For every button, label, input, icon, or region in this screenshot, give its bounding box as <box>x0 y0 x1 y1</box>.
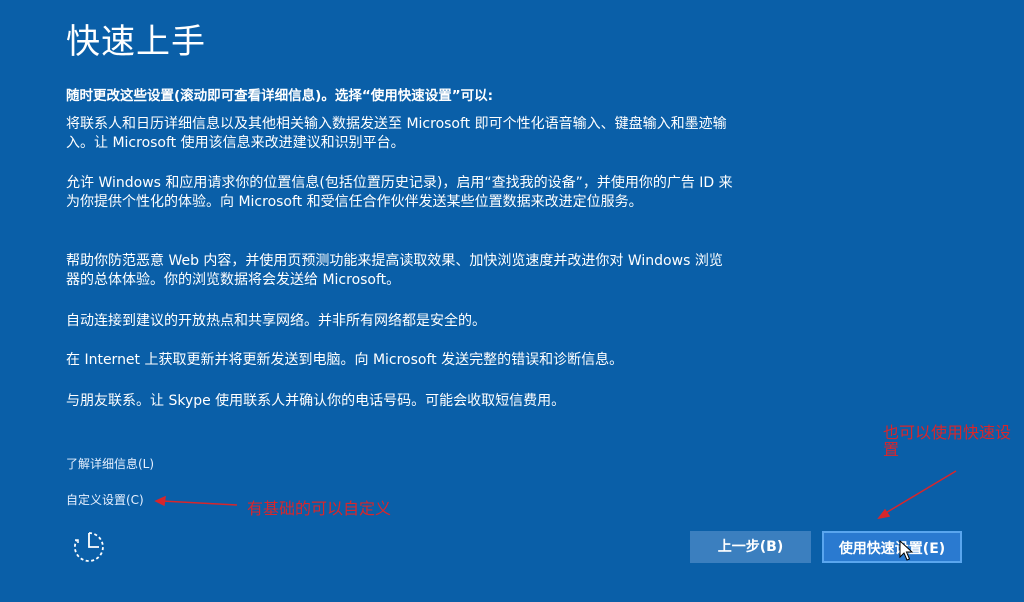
paragraph-updates: 在 Internet 上获取更新并将更新发送到电脑。向 Microsoft 发送… <box>66 352 624 368</box>
arrow-to-customize <box>154 495 238 507</box>
paragraph-web-protection: 帮助你防范恶意 Web 内容，并使用页预测功能来提高读取效果、加快浏览速度并改进… <box>66 253 723 288</box>
paragraph-skype: 与朋友联系。让 Skype 使用联系人并确认你的电话号码。可能会收取短信费用。 <box>66 393 566 409</box>
express-annotation: 也可以使用快速设置 <box>883 423 1012 459</box>
intro-text: 随时更改这些设置(滚动即可查看详细信息)。选择“使用快速设置”可以: <box>66 88 493 104</box>
paragraph-hotspots: 自动连接到建议的开放热点和共享网络。并非所有网络都是安全的。 <box>66 313 486 329</box>
customize-settings-link[interactable]: 自定义设置(C) <box>66 491 144 508</box>
learn-more-link[interactable]: 了解详细信息(L) <box>66 455 154 472</box>
mouse-cursor-icon <box>899 539 914 562</box>
arrow-to-express <box>877 470 957 520</box>
use-express-settings-button[interactable]: 使用快速设置(E) <box>822 531 962 563</box>
page-title: 快速上手 <box>66 22 206 62</box>
back-button[interactable]: 上一步(B) <box>690 531 811 563</box>
customize-annotation: 有基础的可以自定义 <box>247 499 392 518</box>
ease-of-access-icon[interactable] <box>72 530 106 564</box>
paragraph-input-personalization: 将联系人和日历详细信息以及其他相关输入数据发送至 Microsoft 即可个性化… <box>66 116 727 151</box>
paragraph-location: 允许 Windows 和应用请求你的位置信息(包括位置历史记录)，启用“查找我的… <box>66 175 733 210</box>
